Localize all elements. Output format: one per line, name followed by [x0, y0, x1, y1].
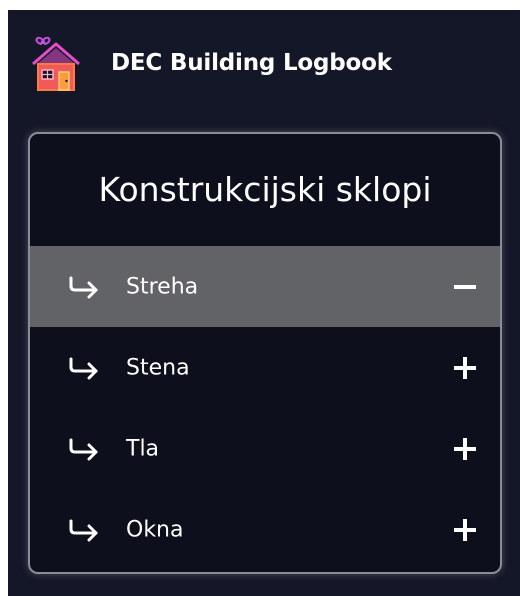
plus-icon[interactable]	[452, 517, 478, 543]
minus-icon[interactable]	[452, 274, 478, 300]
list-item-okna[interactable]: Okna	[30, 489, 500, 570]
list-item-label: Tla	[126, 436, 160, 461]
brand-header[interactable]: DEC Building Logbook	[8, 10, 520, 114]
plus-icon[interactable]	[452, 355, 478, 381]
assemblies-panel: Konstrukcijski sklopi Streha Stena Tla O…	[28, 132, 502, 574]
list-item-stena[interactable]: Stena	[30, 327, 500, 408]
list-item-tla[interactable]: Tla	[30, 408, 500, 489]
return-arrow-icon	[69, 276, 98, 298]
app-container: DEC Building Logbook Konstrukcijski sklo…	[8, 10, 520, 596]
list-item-streha[interactable]: Streha	[30, 246, 500, 327]
return-arrow-icon	[69, 438, 98, 460]
list-item-label: Stena	[126, 355, 190, 380]
app-title: DEC Building Logbook	[111, 50, 392, 76]
house-icon	[32, 36, 80, 91]
plus-icon[interactable]	[452, 436, 478, 462]
list-item-label: Okna	[126, 517, 184, 542]
panel-title: Konstrukcijski sklopi	[98, 169, 432, 209]
return-arrow-icon	[69, 357, 98, 379]
return-arrow-icon	[69, 519, 98, 541]
panel-header: Konstrukcijski sklopi	[30, 134, 500, 247]
list-item-label: Streha	[126, 274, 199, 299]
